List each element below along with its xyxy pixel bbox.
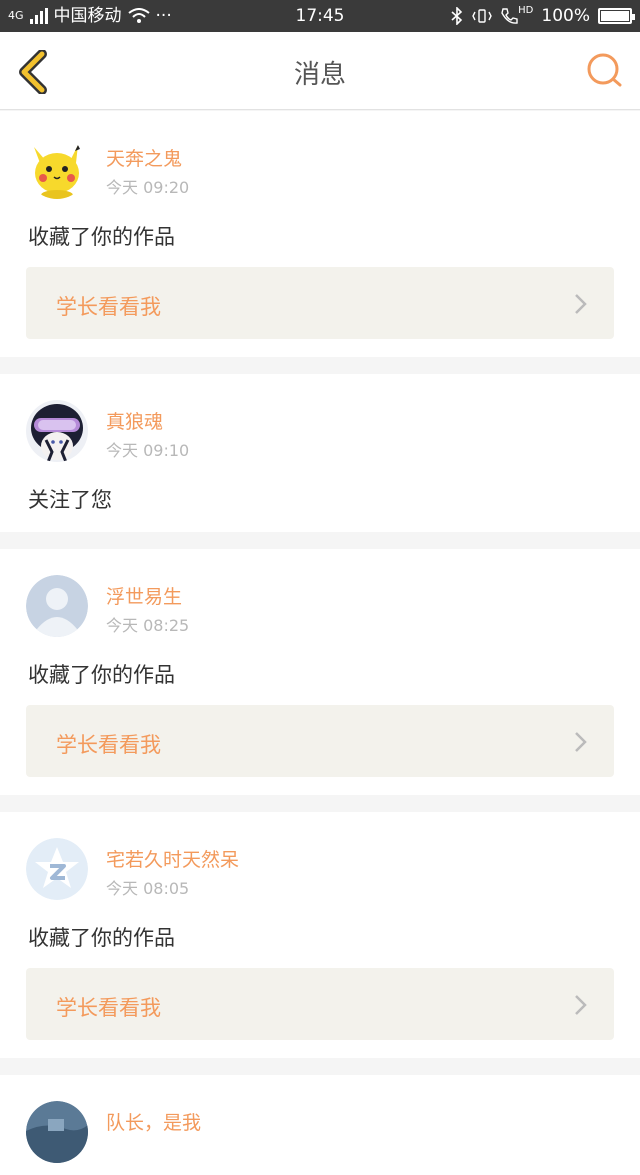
search-icon[interactable]: [586, 52, 624, 90]
battery-percent: 100%: [541, 6, 590, 26]
avatar[interactable]: [26, 575, 88, 637]
chevron-right-icon: [575, 294, 587, 314]
avatar[interactable]: [26, 838, 88, 900]
notification-card: 天奔之鬼 今天 09:20 收藏了你的作品 学长看看我: [0, 111, 640, 357]
user-name[interactable]: 真狼魂: [106, 407, 163, 434]
action-text: 收藏了你的作品: [28, 926, 175, 950]
user-name[interactable]: 宅若久时天然呆: [106, 845, 239, 872]
user-name[interactable]: 队长，是我: [106, 1108, 201, 1135]
chevron-right-icon: [575, 995, 587, 1015]
vibrate-icon: [472, 9, 492, 23]
call-hd-icon: [501, 8, 518, 24]
notification-card: 宅若久时天然呆 今天 08:05 收藏了你的作品 学长看看我: [0, 812, 640, 1058]
avatar[interactable]: [26, 1101, 88, 1163]
action-text: 收藏了你的作品: [28, 225, 175, 249]
hd-label: HD: [518, 5, 534, 16]
work-title: 学长看看我: [56, 295, 161, 319]
battery-icon: [598, 8, 635, 24]
notification-card: 浮世易生 今天 08:25 收藏了你的作品 学长看看我: [0, 549, 640, 795]
nav-bar: 消息: [0, 32, 640, 110]
work-link[interactable]: 学长看看我: [26, 968, 614, 1040]
status-right: HD 100%: [450, 0, 635, 32]
notification-time: 今天 09:20: [106, 178, 190, 197]
action-text: 收藏了你的作品: [28, 663, 175, 687]
notification-time: 今天 08:05: [106, 879, 190, 898]
notification-time: 今天 08:25: [106, 616, 190, 635]
user-name[interactable]: 浮世易生: [106, 582, 182, 609]
status-bar: 4G 中国移动 ··· 17:45 HD 100%: [0, 0, 640, 32]
notification-time: 今天 09:10: [106, 441, 190, 460]
page-title: 消息: [293, 60, 346, 90]
work-link[interactable]: 学长看看我: [26, 267, 614, 339]
notification-list: 天奔之鬼 今天 09:20 收藏了你的作品 学长看看我 真狼魂 今天 09:10…: [0, 111, 640, 1175]
work-link[interactable]: 学长看看我: [26, 705, 614, 777]
work-title: 学长看看我: [56, 996, 161, 1020]
avatar[interactable]: [26, 137, 88, 199]
notification-card: 真狼魂 今天 09:10 关注了您: [0, 374, 640, 532]
user-name[interactable]: 天奔之鬼: [106, 144, 182, 171]
chevron-right-icon: [575, 732, 587, 752]
action-text: 关注了您: [28, 488, 112, 512]
avatar[interactable]: [26, 400, 88, 462]
work-title: 学长看看我: [56, 733, 161, 757]
bluetooth-icon: [451, 7, 463, 25]
battery-fill: [601, 11, 629, 21]
notification-card: 队长，是我: [0, 1075, 640, 1175]
